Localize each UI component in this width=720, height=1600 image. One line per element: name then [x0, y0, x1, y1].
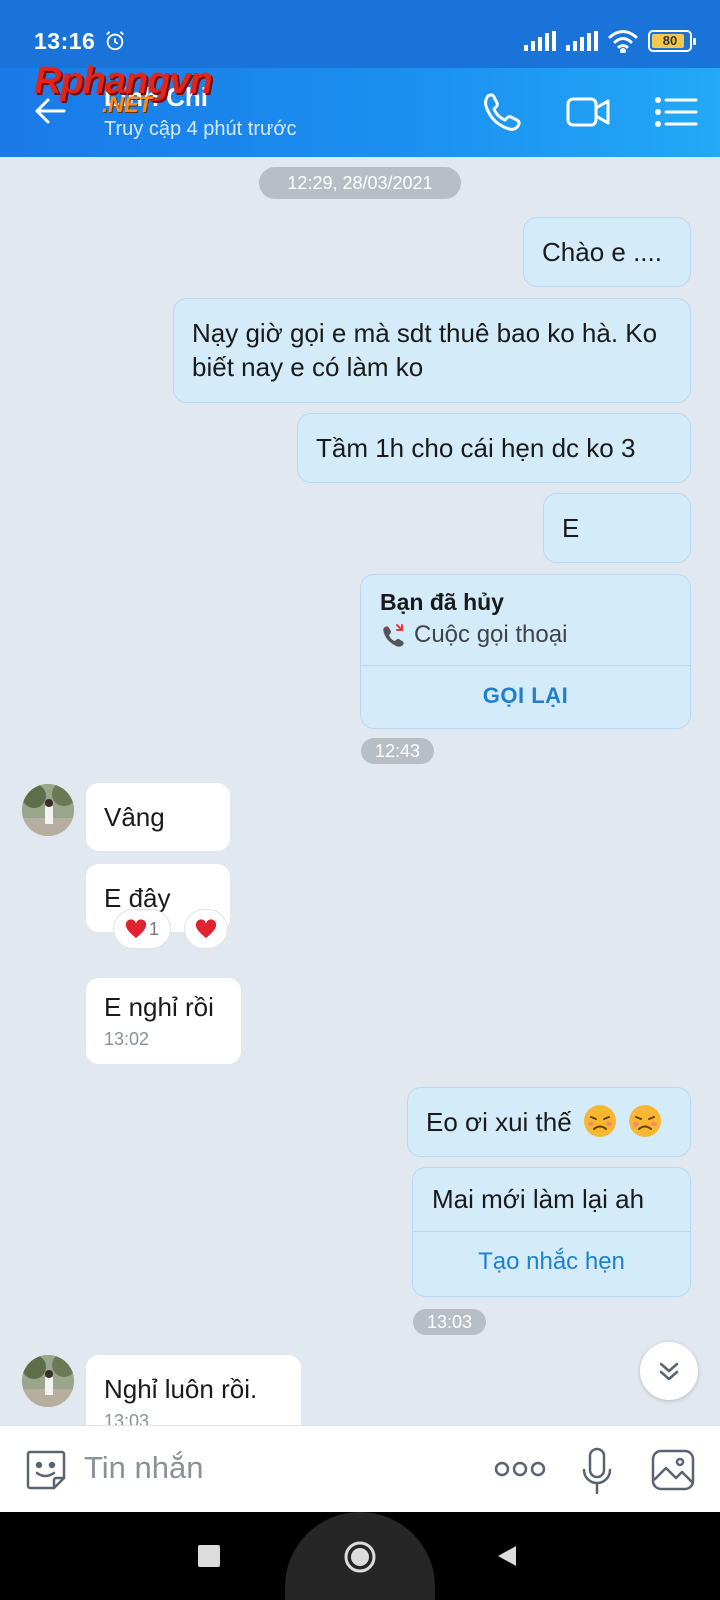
- heart-icon: [195, 919, 217, 939]
- missed-call-icon: [383, 624, 404, 647]
- signal-icon-2: [566, 31, 598, 51]
- more-options-icon[interactable]: [494, 1456, 546, 1482]
- back-button[interactable]: [494, 1544, 518, 1568]
- message-time: 13:02: [104, 1029, 150, 1049]
- recent-apps-button[interactable]: [198, 1545, 220, 1567]
- reminder-suggestion-card: Mai mới làm lại ah Tạo nhắc hẹn: [412, 1167, 691, 1297]
- battery-icon: 80: [648, 30, 696, 52]
- create-reminder-button[interactable]: Tạo nhắc hẹn: [413, 1248, 690, 1276]
- sticker-icon[interactable]: [24, 1448, 68, 1492]
- wifi-icon: [608, 30, 638, 53]
- message-time: 13:03: [413, 1309, 486, 1335]
- message-composer: Tin nhắn: [0, 1425, 720, 1512]
- avatar[interactable]: [22, 784, 74, 836]
- message-list[interactable]: 12:29, 28/03/2021 Chào e .... Nạy giờ gọ…: [0, 157, 720, 1425]
- add-reaction-button[interactable]: [184, 909, 228, 949]
- divider: [361, 665, 690, 666]
- sad-face-emoji-icon: [629, 1105, 662, 1137]
- chat-header: Linh Chi Truy cập 4 phút trước: [0, 68, 720, 157]
- received-message[interactable]: Vâng: [85, 782, 231, 852]
- avatar[interactable]: [22, 1355, 74, 1407]
- message-text: Eo ơi xui thế: [426, 1107, 572, 1137]
- menu-list-icon[interactable]: [652, 90, 700, 134]
- microphone-icon[interactable]: [580, 1446, 614, 1496]
- message-text: Mai mới làm lại ah: [432, 1184, 645, 1214]
- message-text: Nghỉ luôn rồi.: [104, 1374, 258, 1404]
- sad-face-emoji-icon: [583, 1105, 616, 1137]
- sent-message[interactable]: Tầm 1h cho cái hẹn dc ko 3: [297, 413, 691, 483]
- heart-icon: [125, 919, 147, 939]
- call-log-card: Bạn đã hủy Cuộc gọi thoại GỌI LẠI: [360, 574, 691, 729]
- sent-message[interactable]: Chào e ....: [523, 217, 691, 287]
- divider: [413, 1231, 690, 1232]
- last-seen-status: Truy cập 4 phút trước: [104, 118, 297, 140]
- message-time: 12:43: [361, 738, 434, 764]
- message-text: E nghỉ rồi: [104, 992, 214, 1022]
- call-type: Cuộc gọi thoại: [414, 621, 568, 648]
- reaction-badge[interactable]: 1: [113, 909, 171, 949]
- sent-message[interactable]: Nạy giờ gọi e mà sdt thuê bao ko hà. Ko …: [173, 298, 691, 403]
- received-message[interactable]: E nghỉ rồi 13:02: [85, 977, 242, 1065]
- sent-message[interactable]: Eo ơi xui thế: [407, 1087, 691, 1157]
- sent-message[interactable]: E: [543, 493, 691, 563]
- home-button[interactable]: [343, 1540, 377, 1574]
- scroll-to-bottom-button[interactable]: [640, 1342, 698, 1400]
- call-back-button[interactable]: GỌI LẠI: [361, 683, 690, 709]
- signal-icon: [524, 31, 556, 51]
- reaction-count: 1: [148, 918, 159, 939]
- message-input[interactable]: Tin nhắn: [84, 1450, 204, 1486]
- video-call-icon[interactable]: [565, 90, 613, 134]
- system-nav-bar: [0, 1512, 720, 1600]
- phone-call-icon[interactable]: [478, 90, 526, 134]
- alarm-icon: [106, 31, 124, 51]
- date-separator: 12:29, 28/03/2021: [259, 167, 461, 199]
- call-status: Bạn đã hủy: [380, 589, 504, 615]
- status-time: 13:16: [34, 28, 96, 54]
- gallery-icon[interactable]: [650, 1448, 696, 1492]
- message-time: 13:03: [104, 1411, 150, 1425]
- contact-name[interactable]: Linh Chi: [104, 82, 208, 113]
- status-bar: 13:16 80: [0, 0, 720, 68]
- double-chevron-down-icon: [659, 1362, 679, 1381]
- received-message[interactable]: Nghỉ luôn rồi. 13:03: [85, 1354, 302, 1425]
- back-arrow-icon[interactable]: [26, 86, 76, 136]
